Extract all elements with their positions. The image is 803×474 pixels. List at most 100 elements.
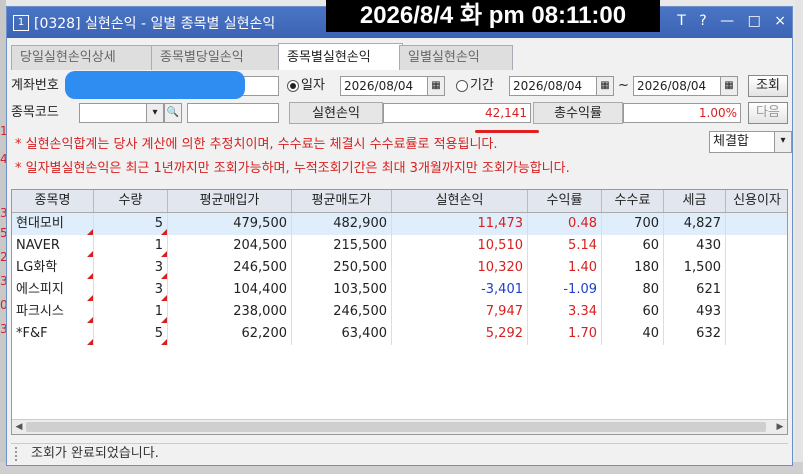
cell-name: NAVER — [12, 235, 94, 257]
window-title: [0328] 실현손익 - 일별 종목별 실현손익 — [34, 16, 276, 32]
help-icon[interactable]: ? — [699, 13, 706, 29]
cell-fee: 60 — [602, 301, 664, 323]
status-text: 조회가 완료되었습니다. — [31, 446, 159, 461]
tab-stock-today[interactable]: 종목별당일손익 — [151, 45, 282, 70]
search-icon[interactable]: 🔍 — [164, 103, 182, 123]
query-button[interactable]: 조회 — [748, 75, 788, 97]
cell-fee: 60 — [602, 235, 664, 257]
cell-sell: 482,900 — [292, 213, 392, 235]
col-credit-interest[interactable]: 신용이자 — [726, 190, 787, 212]
col-avg-sell[interactable]: 평균매도가 — [292, 190, 392, 212]
cell-buy: 246,500 — [168, 257, 292, 279]
window-number-badge: 1 — [13, 15, 29, 31]
period-from-input[interactable]: 2026/08/04 — [509, 76, 597, 96]
realized-pnl-value: 42,141 — [383, 103, 531, 123]
cell-name: 에스피지 — [12, 279, 94, 301]
stock-code-input[interactable] — [79, 103, 147, 123]
chevron-down-icon[interactable]: ▾ — [774, 131, 792, 153]
scroll-thumb[interactable] — [26, 422, 766, 432]
calendar-icon[interactable]: ▦ — [596, 76, 614, 96]
horizontal-scrollbar[interactable]: ◀ ▶ — [12, 419, 787, 434]
col-avg-buy[interactable]: 평균매입가 — [168, 190, 292, 212]
status-bar: 조회가 완료되었습니다. — [11, 443, 788, 464]
cell-sell: 246,500 — [292, 301, 392, 323]
cell-qty: 5 — [94, 323, 168, 345]
cell-name: LG화학 — [12, 257, 94, 279]
cell-fee: 700 — [602, 213, 664, 235]
col-stock-name[interactable]: 종목명 — [12, 190, 94, 212]
corner-flag-icon — [161, 339, 167, 345]
date-input[interactable]: 2026/08/04 — [340, 76, 428, 96]
table-row[interactable]: 에스피지 3 104,400 103,500 -3,401 -1.09 80 621 — [12, 279, 787, 301]
radio-period[interactable] — [456, 80, 468, 92]
close-icon[interactable]: × — [774, 13, 786, 29]
stock-code-label: 종목코드 — [11, 105, 59, 120]
cell-name: 현대모비 — [12, 213, 94, 235]
cell-rate: 0.48 — [528, 213, 602, 235]
cell-credit — [726, 301, 787, 323]
total-return-label: 총수익률 — [533, 102, 623, 124]
cell-fee: 180 — [602, 257, 664, 279]
table-row[interactable]: 현대모비 5 479,500 482,900 11,473 0.48 700 4,827 — [12, 213, 787, 235]
realized-pnl-table: 종목명 수량 평균매입가 평균매도가 실현손익 수익률 수수료 세금 신용이자 … — [11, 189, 788, 435]
table-header: 종목명 수량 평균매입가 평균매도가 실현손익 수익률 수수료 세금 신용이자 — [12, 190, 787, 213]
notice-line-1: * 실현손익합계는 당사 계산에 의한 추정치이며, 수수료는 체결시 수수료률… — [15, 137, 498, 152]
cell-buy: 104,400 — [168, 279, 292, 301]
col-return-rate[interactable]: 수익률 — [528, 190, 602, 212]
col-realized-pnl[interactable]: 실현손익 — [392, 190, 528, 212]
cell-pnl: 7,947 — [392, 301, 528, 323]
cell-buy: 238,000 — [168, 301, 292, 323]
tab-stock-realized[interactable]: 종목별실현손익 — [278, 43, 403, 70]
cell-tax: 4,827 — [664, 213, 726, 235]
stock-name-field — [187, 103, 279, 123]
col-tax[interactable]: 세금 — [664, 190, 726, 212]
tab-daily-realized[interactable]: 일별실현손익 — [399, 45, 513, 70]
table-row[interactable]: LG화학 3 246,500 250,500 10,320 1.40 180 1,500 — [12, 257, 787, 279]
cell-buy: 62,200 — [168, 323, 292, 345]
radio-date-label: 일자 — [301, 78, 325, 93]
table-row[interactable]: 파크시스 1 238,000 246,500 7,947 3.34 60 493 — [12, 301, 787, 323]
period-separator: ~ — [618, 78, 629, 93]
cell-credit — [726, 213, 787, 235]
scroll-right-icon[interactable]: ▶ — [773, 420, 787, 434]
next-button[interactable]: 다음 — [748, 102, 788, 124]
cell-qty: 1 — [94, 301, 168, 323]
realized-pnl-label: 실현손익 — [289, 102, 383, 124]
cell-tax: 632 — [664, 323, 726, 345]
cell-pnl: 10,510 — [392, 235, 528, 257]
total-return-value: 1.00% — [623, 103, 741, 123]
title-buttons: T ? — □ × — [668, 13, 786, 29]
maximize-icon[interactable]: □ — [748, 13, 761, 29]
col-fee[interactable]: 수수료 — [602, 190, 664, 212]
minimize-icon[interactable]: — — [720, 13, 734, 29]
col-qty[interactable]: 수량 — [94, 190, 168, 212]
notice-line-2: * 일자별실현손익은 최근 1년까지만 조회가능하며, 누적조회기간은 최대 3… — [15, 161, 570, 176]
chevron-down-icon[interactable]: ▾ — [146, 103, 164, 123]
cell-rate: 1.70 — [528, 323, 602, 345]
timestamp-overlay: 2026/8/4 화 pm 08:11:00 — [326, 0, 660, 32]
cell-rate: 1.40 — [528, 257, 602, 279]
calendar-icon[interactable]: ▦ — [427, 76, 445, 96]
pin-icon[interactable]: T — [677, 13, 686, 29]
cell-buy: 204,500 — [168, 235, 292, 257]
account-redaction — [65, 71, 245, 99]
cell-rate: 5.14 — [528, 235, 602, 257]
cell-tax: 430 — [664, 235, 726, 257]
radio-date[interactable] — [287, 80, 299, 92]
tab-today-detail[interactable]: 당일실현손익상세 — [11, 45, 155, 70]
corner-flag-icon — [87, 339, 93, 345]
table-row[interactable]: NAVER 1 204,500 215,500 10,510 5.14 60 430 — [12, 235, 787, 257]
calendar-icon[interactable]: ▦ — [720, 76, 738, 96]
cell-credit — [726, 323, 787, 345]
cell-credit — [726, 235, 787, 257]
cell-credit — [726, 279, 787, 301]
scroll-left-icon[interactable]: ◀ — [12, 420, 26, 434]
settle-select[interactable]: 체결합 — [709, 131, 775, 153]
cell-sell: 250,500 — [292, 257, 392, 279]
cell-sell: 103,500 — [292, 279, 392, 301]
cell-fee: 80 — [602, 279, 664, 301]
cell-tax: 1,500 — [664, 257, 726, 279]
period-to-input[interactable]: 2026/08/04 — [633, 76, 721, 96]
table-row[interactable]: *F&F 5 62,200 63,400 5,292 1.70 40 632 — [12, 323, 787, 345]
cell-qty: 1 — [94, 235, 168, 257]
